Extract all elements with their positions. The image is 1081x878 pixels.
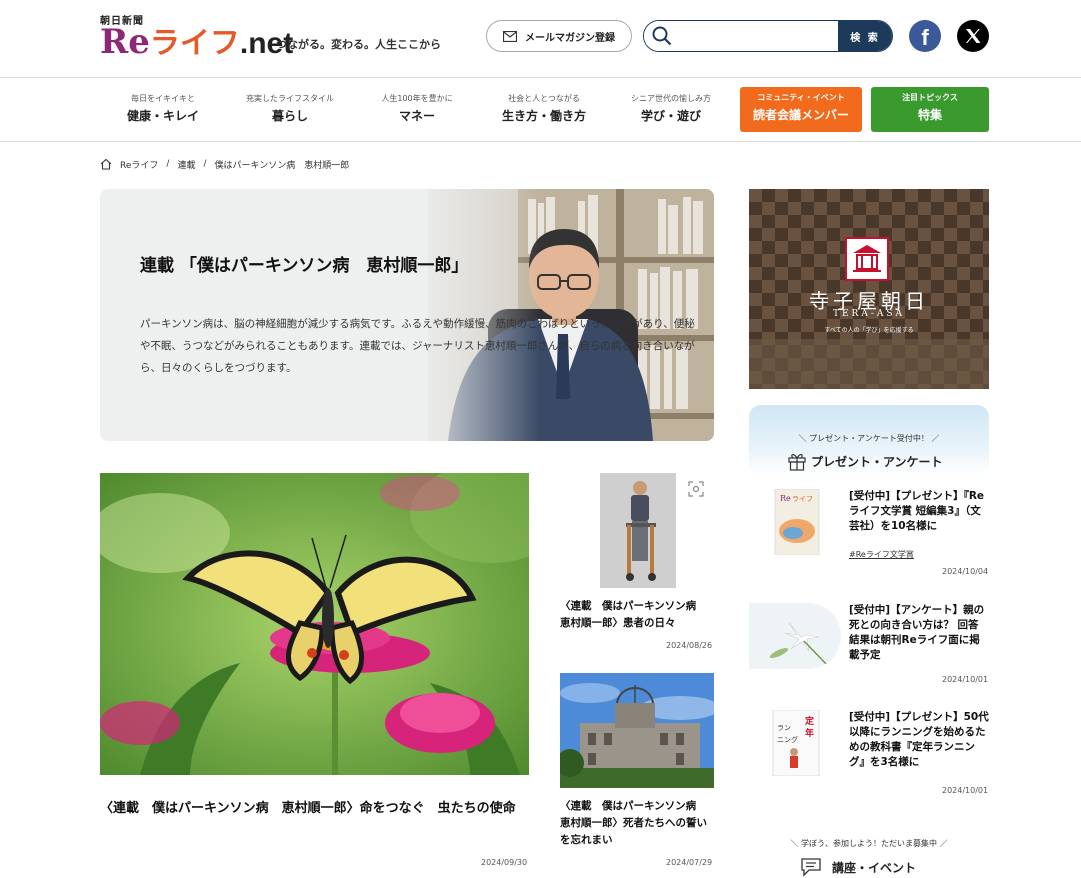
- global-nav: 毎日をイキイキと 健康・キレイ 充実したライフスタイル 暮らし 人生100年を豊…: [0, 78, 1081, 142]
- present-item-date: 2024/10/04: [942, 567, 989, 576]
- logo-tagline: つながる。変わる。人生ここから: [276, 38, 441, 51]
- search-button[interactable]: 検 索: [838, 21, 892, 51]
- article-date: 2024/08/26: [666, 641, 713, 650]
- survey-item-date: 2024/10/01: [942, 675, 989, 684]
- svg-text:年: 年: [805, 727, 814, 739]
- present-heading: プレゼント・アンケート: [787, 451, 957, 471]
- present-item-title: [受付中]【プレゼント】50代以降にランニングを始めるための教科書『定年ランニン…: [849, 711, 989, 768]
- series-description: パーキンソン病は、脳の神経細胞が減少する病気です。ふるえや動作緩慢、筋肉のこわば…: [140, 318, 695, 374]
- present-item[interactable]: Re ライフ [受付中]【プレゼント】『Reライフ文学賞 短編集3』（文芸社）を1…: [749, 489, 989, 579]
- present-item-tag[interactable]: #Reライフ文学賞: [849, 549, 914, 560]
- breadcrumb-current: 僕はパーキンソン病 恵村順一郎: [214, 160, 350, 171]
- breadcrumb-separator: /: [166, 159, 170, 169]
- x-twitter-icon[interactable]: [957, 20, 989, 52]
- article-title[interactable]: 〈連載 僕はパーキンソン病 恵村順一郎〉死者たちへの誓いを忘れまい: [560, 798, 714, 849]
- breadcrumb-separator: /: [203, 159, 207, 169]
- nav-item-learn-play[interactable]: シニア世代の愉しみ方 学び・遊び: [624, 92, 718, 126]
- present-item-title: [受付中]【プレゼント】『Reライフ文学賞 短編集3』（文芸社）を10名様に: [849, 490, 985, 532]
- breadcrumb-category[interactable]: 連載: [177, 158, 195, 171]
- svg-text:ニング: ニング: [777, 735, 798, 744]
- svg-text:ライフ: ライフ: [792, 495, 813, 503]
- logo-wordmark: Reライフ.net: [100, 22, 294, 62]
- featured-article-date: 2024/09/30: [481, 858, 528, 867]
- facebook-icon[interactable]: f: [909, 20, 941, 52]
- survey-item-title: [受付中]【アンケート】親の死との向き合い方は？ 回答結果は朝刊Reライフ面に掲…: [849, 604, 985, 661]
- events-heading: 講座・イベント: [800, 856, 940, 878]
- series-hero: 連載 「僕はパーキンソン病 恵村順一郎」 パーキンソン病は、脳の神経細胞が減少す…: [100, 189, 714, 441]
- nav-item-living[interactable]: 充実したライフスタイル 暮らし: [238, 92, 342, 126]
- search-input[interactable]: [644, 21, 838, 51]
- nav-button-topics[interactable]: 注目トピックス 特集: [871, 87, 989, 132]
- newsletter-button[interactable]: メールマガジン登録: [486, 20, 632, 52]
- present-banner-text: ＼ プレゼント・アンケート受付中！ ／: [798, 434, 940, 443]
- book-cover-thumb: 定年 ランニング: [749, 710, 841, 776]
- nav-button-community[interactable]: コミュニティ・イベント 読者会議メンバー: [740, 87, 862, 132]
- newsletter-label: メールマガジン登録: [525, 32, 615, 44]
- svg-text:定: 定: [804, 715, 815, 727]
- gift-icon: [788, 453, 806, 471]
- book-cover-thumb: Re ライフ: [749, 489, 841, 555]
- terakoya-asahi-banner[interactable]: 寺子屋朝日 TERA-ASA すべての人の「学び」を応援する: [749, 189, 989, 389]
- terakoya-roman: TERA-ASA: [832, 309, 906, 319]
- article-image-dome[interactable]: [560, 673, 714, 788]
- breadcrumb-home[interactable]: Reライフ: [120, 158, 158, 171]
- nav-item-lifestyle-work[interactable]: 社会と人とつながる 生き方・働き方: [498, 92, 590, 126]
- events-banner-text: ＼ 学ぼう、参加しよう！ただいま募集中 ／: [790, 839, 948, 848]
- survey-item[interactable]: [受付中]【アンケート】親の死との向き合い方は？ 回答結果は朝刊Reライフ面に掲…: [749, 603, 989, 693]
- series-title: 連載 「僕はパーキンソン病 恵村順一郎」: [140, 256, 469, 276]
- search-icon: [652, 26, 672, 50]
- article-image-patient[interactable]: [600, 473, 676, 588]
- article-title[interactable]: 〈連載 僕はパーキンソン病 恵村順一郎〉患者の日々: [560, 598, 714, 632]
- terakoya-mark-icon: [845, 237, 889, 281]
- svg-text:ラン: ラン: [777, 724, 791, 732]
- lily-thumb: [749, 603, 841, 669]
- site-header: 朝日新聞 Reライフ.net つながる。変わる。人生ここから メールマガジン登録…: [0, 0, 1081, 78]
- expand-icon[interactable]: [688, 481, 704, 501]
- present-item-date: 2024/10/01: [942, 786, 989, 795]
- article-date: 2024/07/29: [666, 858, 713, 867]
- featured-article-title[interactable]: 〈連載 僕はパーキンソン病 恵村順一郎〉命をつなぐ 虫たちの使命: [100, 798, 529, 820]
- nav-item-health[interactable]: 毎日をイキイキと 健康・キレイ: [120, 92, 206, 126]
- featured-article-image[interactable]: [100, 473, 529, 775]
- chat-icon: [801, 858, 821, 877]
- present-survey-section: ＼ プレゼント・アンケート受付中！ ／ プレゼント・アンケート Re ライフ [受…: [749, 405, 989, 805]
- site-logo[interactable]: 朝日新聞 Reライフ.net つながる。変わる。人生ここから: [100, 12, 441, 72]
- breadcrumb: Reライフ / 連載 / 僕はパーキンソン病 恵村順一郎: [100, 156, 349, 172]
- svg-text:Re: Re: [780, 494, 791, 503]
- mail-icon: [503, 30, 517, 42]
- home-icon: [100, 158, 112, 170]
- present-item[interactable]: 定年 ランニング [受付中]【プレゼント】50代以降にランニングを始めるための教科…: [749, 710, 989, 800]
- terakoya-tagline: すべての人の「学び」を応援する: [824, 327, 914, 334]
- search-form: 検 索: [643, 20, 893, 52]
- nav-item-money[interactable]: 人生100年を豊かに マネー: [373, 92, 461, 126]
